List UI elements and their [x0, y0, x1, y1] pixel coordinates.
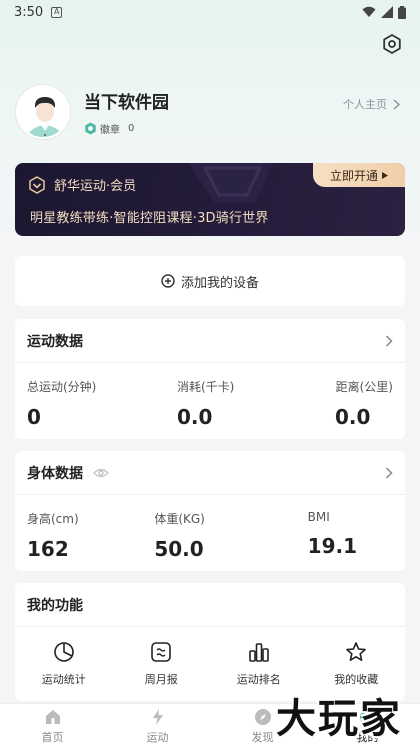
vip-open-button[interactable]: 立即开通: [313, 163, 405, 187]
sport-stats-row: 总运动(分钟) 0 消耗(千卡) 0.0 距离(公里) 0.0: [15, 363, 405, 429]
stat-height: 身高(cm) 162: [27, 495, 112, 561]
body-data-card[interactable]: 身体数据 身高(cm) 162 体重(KG) 50.0 BMI 19.1: [15, 451, 405, 571]
stat-label: 身高(cm): [27, 512, 79, 526]
sport-data-header[interactable]: 运动数据: [15, 319, 405, 363]
tab-sport[interactable]: 运动: [105, 704, 210, 748]
plus-circle-icon: [161, 274, 175, 288]
vip-open-button-label: 立即开通: [329, 168, 378, 183]
function-ranking[interactable]: 运动排名: [210, 641, 308, 687]
triangle-right-icon: [382, 171, 388, 179]
settings-gear-icon[interactable]: [380, 32, 404, 56]
my-functions-card: 我的功能 运动统计 周月报 运动排名 我的收藏: [15, 583, 405, 701]
personal-homepage-link[interactable]: 个人主页: [343, 96, 400, 112]
chevron-right-icon: [385, 334, 393, 347]
vip-logo-icon: [29, 175, 45, 194]
stat-label: 消耗(千卡): [177, 380, 235, 394]
stat-total-minutes: 总运动(分钟) 0: [27, 363, 135, 429]
stat-value: 19.1: [307, 534, 358, 558]
eye-icon[interactable]: [93, 468, 109, 478]
badge-row[interactable]: 徽章 0: [84, 121, 169, 136]
functions-title: 我的功能: [27, 597, 83, 614]
profile-section[interactable]: 当下软件园 徽章 0 个人主页: [16, 84, 404, 140]
stat-value: 162: [27, 537, 69, 561]
function-label: 我的收藏: [334, 673, 379, 686]
tab-label: 发现: [251, 730, 274, 744]
vip-title: 舒华运动·会员: [54, 179, 137, 194]
chevron-right-icon: [393, 98, 400, 110]
tab-label: 首页: [41, 730, 64, 744]
badge-icon: [85, 122, 96, 135]
body-data-title: 身体数据: [27, 465, 83, 482]
badge-label: 徽章: [100, 125, 120, 136]
badge-count: 0: [128, 123, 135, 134]
status-bar: 3:50 A: [0, 0, 420, 24]
battery-icon: [398, 5, 406, 19]
wifi-icon: [362, 6, 376, 17]
add-device-button[interactable]: 添加我的设备: [15, 256, 405, 306]
sport-data-title: 运动数据: [27, 333, 83, 350]
vip-subtitle: 明星教练带练·智能控阻课程·3D骑行世界: [30, 211, 269, 226]
stat-label: 体重(KG): [154, 512, 205, 526]
notification-icon: A: [51, 6, 63, 18]
function-stats[interactable]: 运动统计: [15, 641, 113, 687]
ranking-icon: [248, 643, 269, 662]
stat-value: 0: [27, 405, 41, 429]
body-stats-row: 身高(cm) 162 体重(KG) 50.0 BMI 19.1: [15, 495, 405, 561]
tab-label: 运动: [146, 730, 169, 744]
status-time: 3:50: [14, 4, 44, 20]
chevron-right-icon: [385, 466, 393, 479]
stat-label: 总运动(分钟): [27, 380, 97, 394]
home-icon: [45, 709, 60, 724]
watermark: 大玩家: [276, 695, 402, 742]
compass-icon: [254, 708, 271, 725]
functions-row: 运动统计 周月报 运动排名 我的收藏: [15, 627, 405, 687]
function-label: 周月报: [144, 673, 178, 686]
stat-value: 50.0: [154, 537, 204, 561]
stat-value: 0.0: [335, 405, 371, 429]
stat-label: BMI: [307, 510, 330, 524]
tab-home[interactable]: 首页: [0, 704, 105, 748]
function-favorites[interactable]: 我的收藏: [308, 641, 406, 687]
function-report[interactable]: 周月报: [113, 641, 211, 687]
stat-bmi: BMI 19.1: [240, 495, 393, 561]
vip-membership-card[interactable]: 舒华运动·会员 明星教练带练·智能控阻课程·3D骑行世界 立即开通: [15, 163, 405, 236]
homepage-link-label: 个人主页: [343, 98, 387, 111]
profile-info: 当下软件园 徽章 0: [84, 88, 169, 136]
avatar-illustration: [18, 87, 68, 137]
lightning-icon: [152, 708, 163, 725]
vip-title-row: 舒华运动·会员: [28, 175, 136, 194]
signal-icon: [381, 6, 393, 18]
stat-distance: 距离(公里) 0.0: [285, 363, 393, 429]
pie-chart-icon: [53, 642, 74, 662]
report-icon: [151, 642, 172, 662]
functions-header: 我的功能: [15, 583, 405, 627]
star-icon: [346, 642, 367, 661]
function-label: 运动排名: [236, 673, 281, 686]
body-data-header[interactable]: 身体数据: [15, 451, 405, 495]
avatar[interactable]: [16, 85, 70, 139]
status-icons: [362, 5, 406, 19]
stat-value: 0.0: [177, 405, 213, 429]
stat-calories: 消耗(千卡) 0.0: [135, 363, 285, 429]
function-label: 运动统计: [41, 673, 86, 686]
add-device-label: 添加我的设备: [180, 275, 259, 291]
stat-weight: 体重(KG) 50.0: [112, 495, 239, 561]
stat-label: 距离(公里): [335, 380, 393, 394]
username: 当下软件园: [84, 93, 169, 113]
sport-data-card[interactable]: 运动数据 总运动(分钟) 0 消耗(千卡) 0.0 距离(公里) 0.0: [15, 319, 405, 439]
